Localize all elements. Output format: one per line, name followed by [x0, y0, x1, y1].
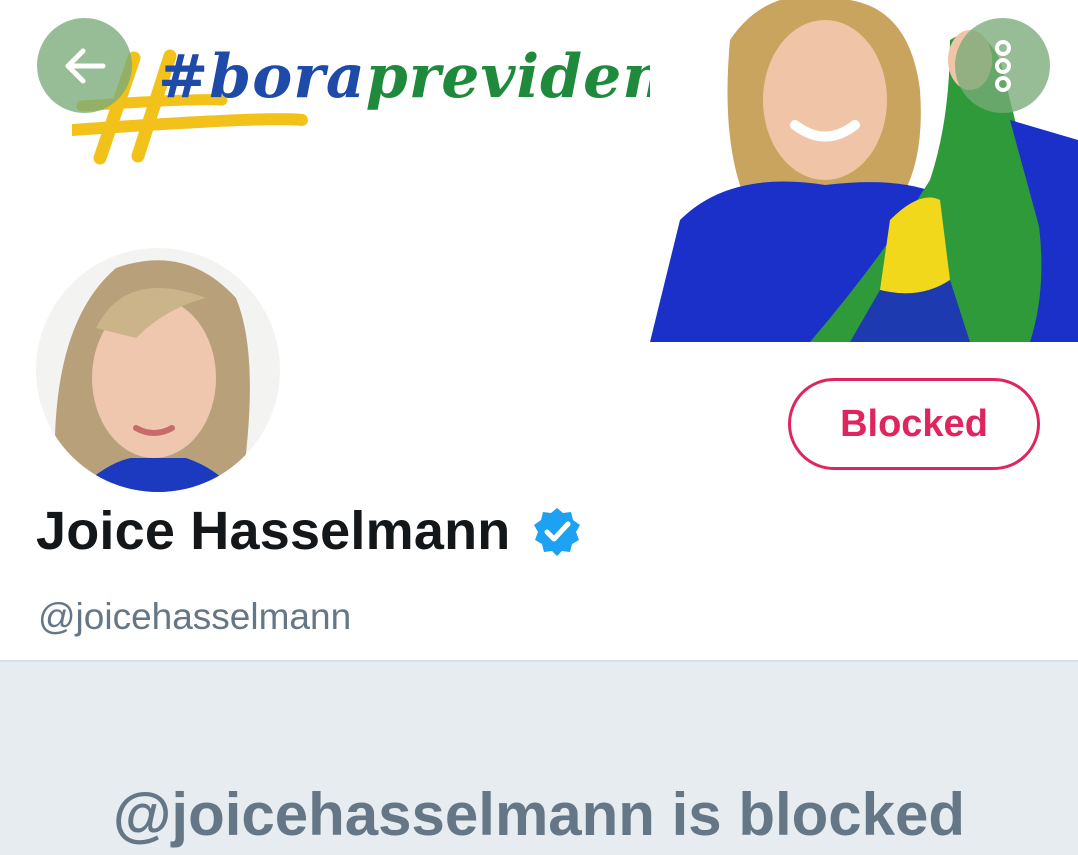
blocked-button[interactable]: Blocked: [788, 378, 1040, 470]
profile-avatar[interactable]: [36, 248, 280, 492]
hashtag-prefix: #bora: [158, 42, 366, 112]
blocked-notice-message: @joicehasselmann is blocked: [112, 781, 966, 848]
more-vertical-icon: [994, 39, 1011, 92]
display-name: Joice Hasselmann: [36, 501, 511, 561]
back-button[interactable]: [37, 18, 132, 113]
profile-name-row: Joice Hasselmann: [36, 500, 582, 562]
profile-handle: @joicehasselmann: [38, 596, 352, 637]
verified-badge-icon: [534, 508, 581, 556]
more-options-button[interactable]: [955, 18, 1050, 113]
avatar-photo: [36, 248, 280, 492]
arrow-left-icon: [65, 48, 105, 83]
